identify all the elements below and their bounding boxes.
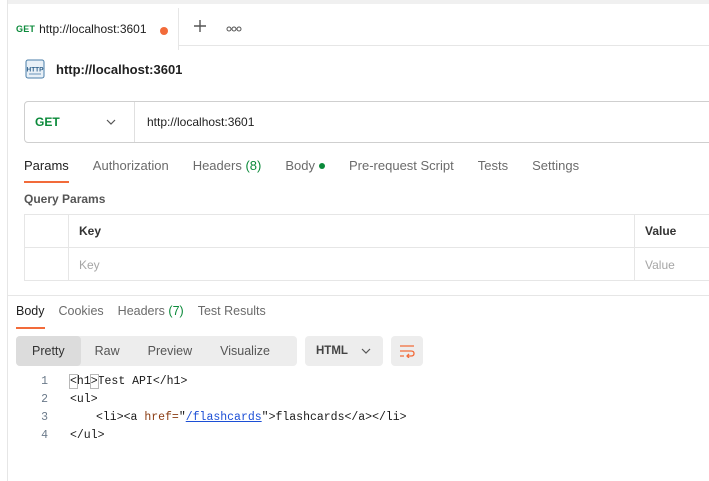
code-text: </ul> [70, 428, 105, 442]
tab-authorization[interactable]: Authorization [93, 158, 169, 182]
value-column-header: Value [645, 224, 677, 238]
code-token: " [178, 410, 186, 424]
unsaved-dot-icon [160, 27, 168, 35]
request-header: HTTP http://localhost:3601 [24, 58, 182, 80]
svg-text:HTTP: HTTP [27, 67, 45, 74]
tab-tests[interactable]: Tests [478, 158, 508, 182]
tab-response-body[interactable]: Body [16, 304, 45, 329]
method-label: GET [35, 115, 60, 129]
code-token: >flashcards</a></li> [268, 410, 407, 424]
method-select[interactable]: GET [25, 102, 135, 142]
request-tab[interactable]: GET http://localhost:3601 [8, 8, 179, 50]
matched-bracket: < [69, 373, 78, 389]
left-frame-border [0, 0, 8, 481]
code-text: <h1>Test API</h1> [69, 373, 188, 389]
pane-divider[interactable] [8, 295, 709, 296]
response-code-viewer[interactable]: 1 <h1>Test API</h1> 2 <ul> 3 <li><a href… [16, 372, 696, 444]
matched-bracket: > [89, 373, 99, 389]
key-column-header: Key [69, 215, 635, 247]
value-input[interactable]: Value [635, 248, 709, 281]
code-link[interactable]: /flashcards [186, 411, 262, 424]
table-row: Key Value [25, 248, 709, 281]
line-number: 3 [41, 410, 48, 424]
format-select[interactable]: HTML [305, 336, 383, 366]
code-line: 1 <h1>Test API</h1> [16, 372, 696, 390]
tab-headers[interactable]: Headers (8) [193, 158, 262, 182]
table-header-row: Key Value [25, 215, 709, 248]
key-input[interactable]: Key [69, 248, 635, 281]
code-token: " [261, 410, 269, 424]
code-token: h1 [76, 374, 91, 388]
response-headers-count: (7) [168, 304, 184, 318]
code-text: <ul> [70, 392, 98, 406]
wrap-lines-button[interactable] [391, 336, 423, 366]
request-title[interactable]: http://localhost:3601 [56, 62, 182, 77]
tab-label: Cookies [58, 304, 104, 318]
url-input[interactable] [135, 102, 709, 142]
tab-params[interactable]: Params [24, 158, 69, 183]
headers-count: (8) [245, 158, 262, 173]
tab-settings[interactable]: Settings [532, 158, 579, 182]
code-line: 3 <li><a href="/flashcards">flashcards</… [16, 408, 696, 426]
view-pretty-button[interactable]: Pretty [16, 336, 81, 366]
view-mode-group: Pretty Raw Preview Visualize [16, 336, 297, 366]
code-attr: href= [144, 410, 179, 424]
tab-body[interactable]: Body [285, 158, 325, 182]
tab-pre-request-script[interactable]: Pre-request Script [349, 158, 454, 182]
line-number: 1 [41, 374, 48, 388]
wrap-lines-icon [400, 345, 415, 358]
view-preview-button[interactable]: Preview [134, 336, 206, 366]
more-options-icon[interactable] [226, 26, 242, 32]
http-icon: HTTP [25, 59, 45, 79]
checkbox-column-header [25, 215, 69, 247]
url-bar: GET [24, 101, 709, 143]
code-line: 2 <ul> [16, 390, 696, 408]
row-checkbox-cell[interactable] [25, 248, 69, 281]
tab-cookies[interactable]: Cookies [59, 304, 104, 328]
chevron-down-icon [106, 119, 116, 125]
line-number: 2 [41, 392, 48, 406]
tab-bar: GET http://localhost:3601 [8, 0, 709, 50]
tab-label: Authorization [92, 158, 169, 173]
tab-method-label: GET [16, 24, 36, 34]
tab-label: Headers [117, 304, 165, 318]
query-params-title: Query Params [24, 192, 106, 206]
tab-label: Pre-request Script [348, 158, 454, 173]
plus-icon[interactable] [192, 18, 208, 34]
request-tabs: Params Authorization Headers (8) Body Pr… [24, 158, 603, 183]
tab-label: Tests [477, 158, 509, 173]
tab-url-label: http://localhost:3601 [39, 22, 147, 36]
line-number: 4 [41, 428, 48, 442]
code-token: Test API [97, 374, 153, 388]
response-tabs: Body Cookies Headers (7) Test Results [16, 304, 280, 329]
query-params-table: Key Value Key Value [24, 214, 709, 281]
tab-label: Params [24, 158, 69, 173]
tab-response-headers[interactable]: Headers (7) [118, 304, 184, 328]
code-token: <li><a [96, 410, 145, 424]
code-token: </h1> [152, 374, 188, 388]
view-visualize-button[interactable]: Visualize [206, 336, 284, 366]
tab-label: Body [16, 304, 45, 318]
tab-test-results[interactable]: Test Results [198, 304, 266, 328]
tab-label: Body [285, 158, 315, 173]
view-raw-button[interactable]: Raw [81, 336, 134, 366]
code-line: 4 </ul> [16, 426, 696, 444]
code-text: <li><a href="/flashcards">flashcards</a>… [70, 411, 407, 424]
chevron-down-icon [361, 348, 371, 354]
tab-label: Settings [532, 158, 580, 173]
tab-label: Test Results [197, 304, 266, 318]
body-indicator-dot-icon [318, 162, 325, 169]
format-label: HTML [316, 345, 348, 357]
tab-label: Headers [192, 158, 242, 173]
